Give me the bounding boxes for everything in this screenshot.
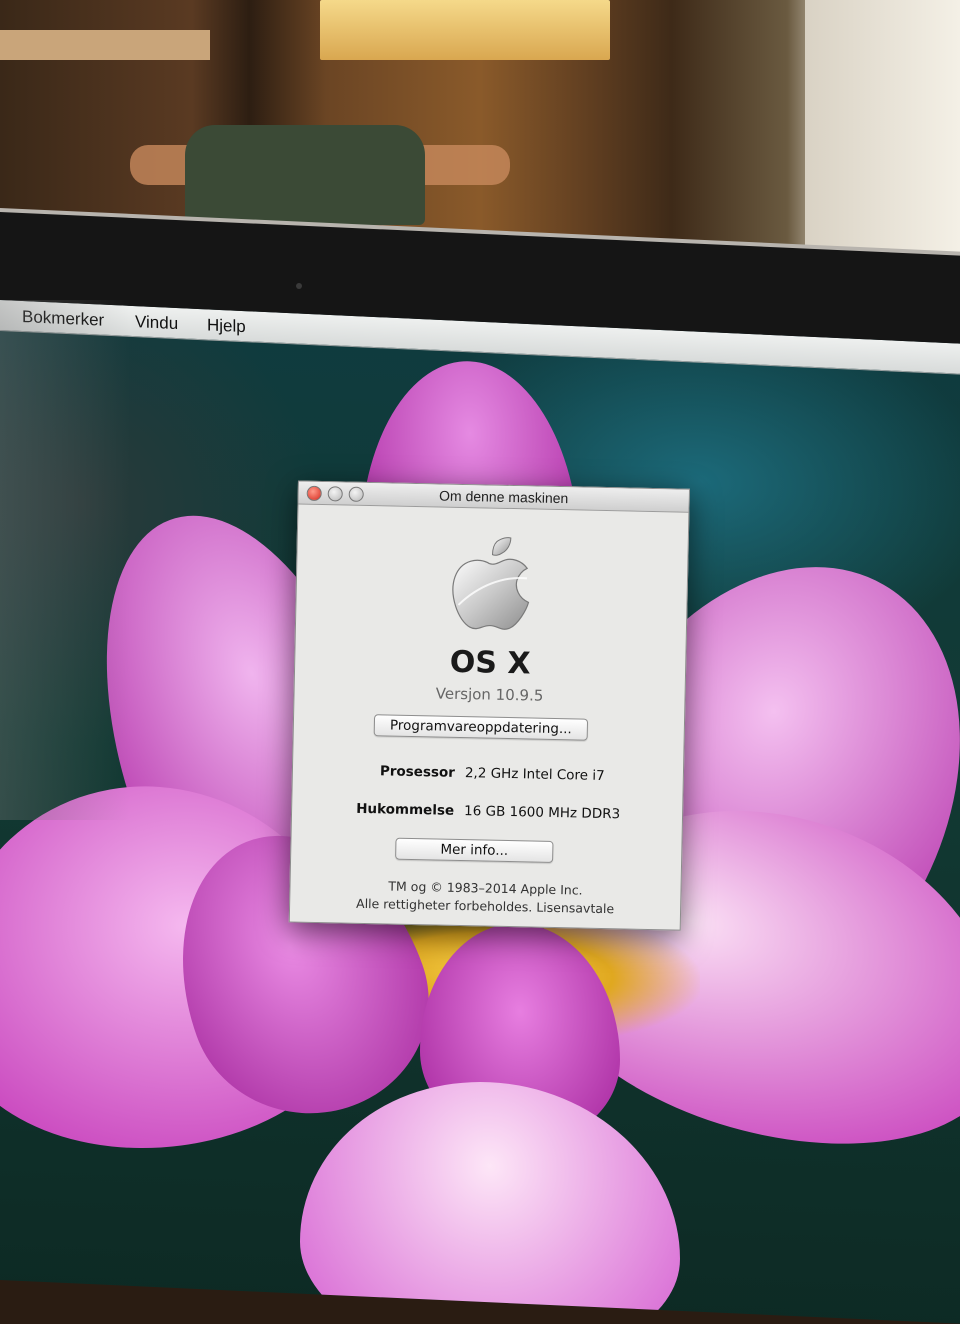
kitchen-counter [0, 30, 210, 60]
menu-bokmerker[interactable]: Bokmerker [22, 307, 104, 331]
chair-with-sweater [185, 125, 425, 225]
processor-label: Prosessor [379, 763, 456, 781]
window-title: Om denne maskinen [438, 487, 569, 507]
os-version: Versjon 10.9.5 [435, 684, 544, 705]
license-link[interactable]: Lisensavtale [536, 900, 614, 917]
apple-logo-icon [452, 537, 530, 630]
memory-value: 16 GB 1600 MHz DDR3 [463, 803, 621, 823]
menu-vindu[interactable]: Vindu [135, 312, 178, 334]
memory-label: Hukommelse [356, 800, 455, 819]
processor-row: Prosessor 2,2 GHz Intel Core i7 [293, 761, 683, 784]
window-light [320, 0, 610, 60]
more-info-button[interactable]: Mer info... [395, 837, 554, 863]
os-name: OS X [449, 644, 531, 682]
about-this-mac-window: Om denne maskinen OS X Versjon 10.9.5 Pr… [288, 480, 690, 931]
screen: Bokmerker Vindu Hjelp Om denne maskinen … [0, 300, 960, 1324]
camera-icon [296, 283, 302, 289]
processor-value: 2,2 GHz Intel Core i7 [464, 765, 605, 785]
menu-hjelp[interactable]: Hjelp [207, 315, 246, 337]
software-update-button[interactable]: Programvareoppdatering... [373, 714, 589, 741]
rights-prefix: Alle rettigheter forbeholdes. [355, 895, 533, 915]
lotus-petal [300, 1073, 680, 1324]
memory-row: Hukommelse 16 GB 1600 MHz DDR3 [292, 799, 682, 823]
right-wall [805, 0, 960, 260]
